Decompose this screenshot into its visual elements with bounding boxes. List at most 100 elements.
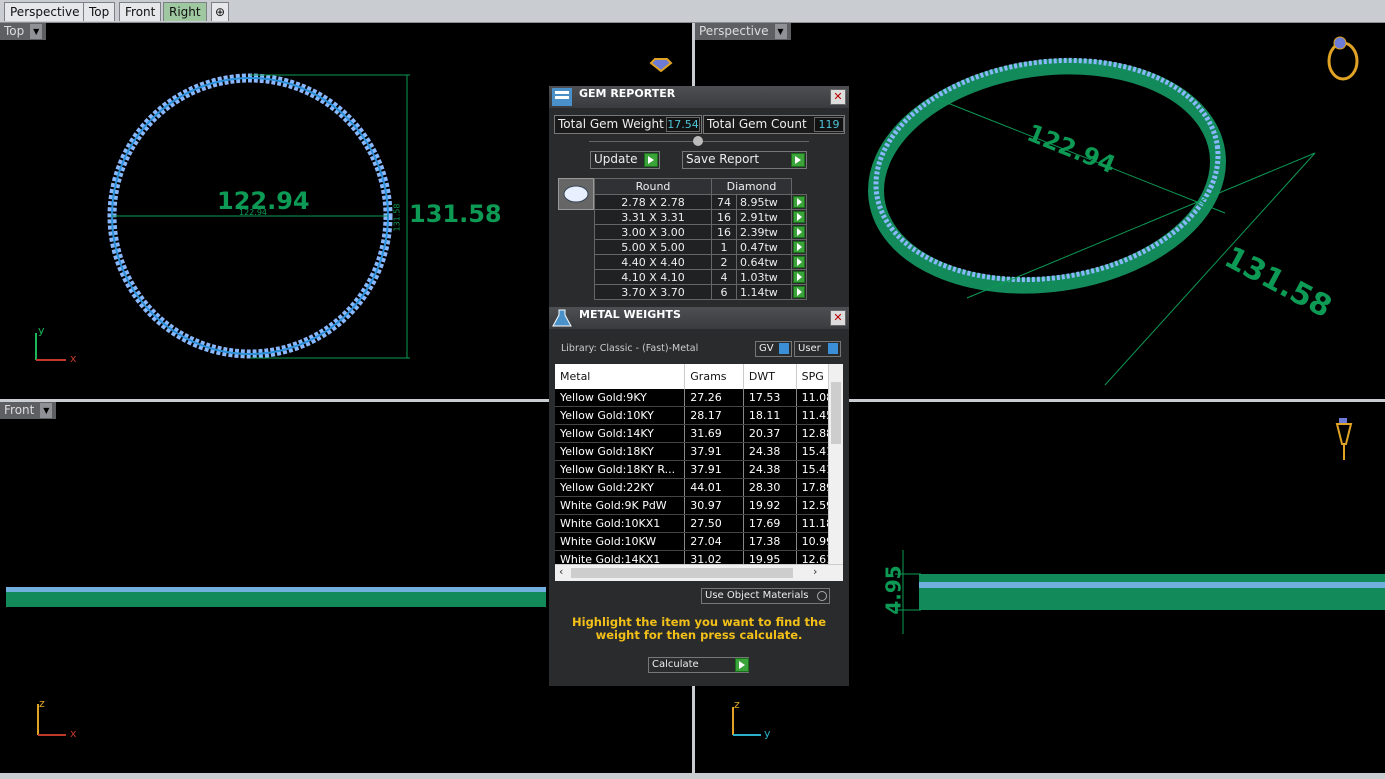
top-diameter-small-label: 122.94: [239, 208, 267, 217]
play-icon: [793, 211, 805, 223]
toggle-icon: [779, 343, 789, 354]
chevron-left-icon[interactable]: ‹: [559, 565, 563, 578]
save-report-button[interactable]: Save Report: [682, 151, 807, 169]
metal-cell-grams: 27.50: [684, 514, 744, 533]
metal-row[interactable]: Yellow Gold:22KY 44.01 28.30 17.89: [555, 478, 843, 497]
metal-row[interactable]: Yellow Gold:9KY 27.26 17.53 11.08: [555, 389, 843, 407]
metal-cell-metal: Yellow Gold:9KY: [555, 389, 686, 407]
gem-reporter-titlebar[interactable]: GEM REPORTER ✕: [549, 86, 849, 108]
gem-row[interactable]: 3.70 X 3.70 6 1.14tw: [594, 284, 807, 300]
round-diamond-icon: [558, 178, 594, 210]
save-report-label: Save Report: [686, 152, 760, 166]
tab-perspective[interactable]: Perspective: [4, 2, 86, 21]
toggle-icon: [828, 343, 838, 354]
axis-z-label: z: [734, 698, 740, 711]
play-icon: [793, 196, 805, 208]
gem-weight: 1.03tw: [736, 269, 792, 285]
metal-cell-dwt: 17.53: [743, 389, 797, 407]
metal-cell-dwt: 19.92: [743, 496, 797, 515]
gem-count: 2: [711, 254, 737, 270]
close-icon[interactable]: ✕: [830, 89, 846, 105]
select-gem-button[interactable]: [791, 269, 807, 285]
metal-row[interactable]: Yellow Gold:10KY 28.17 18.11 11.45: [555, 406, 843, 425]
radio-icon: [817, 591, 827, 601]
close-icon[interactable]: ✕: [830, 310, 846, 326]
update-label: Update: [594, 152, 638, 166]
calculate-button[interactable]: Calculate: [648, 657, 749, 673]
use-object-materials-toggle[interactable]: Use Object Materials: [701, 588, 830, 604]
tab-top[interactable]: Top: [83, 2, 116, 21]
scrollbar-thumb[interactable]: [571, 568, 793, 578]
gem-weight: 2.91tw: [736, 209, 792, 225]
gem-row[interactable]: 5.00 X 5.00 1 0.47tw: [594, 239, 807, 255]
gv-toggle[interactable]: GV: [755, 341, 792, 357]
gem-row[interactable]: 3.31 X 3.31 16 2.91tw: [594, 209, 807, 225]
metal-row[interactable]: Yellow Gold:14KY 31.69 20.37 12.88: [555, 424, 843, 443]
play-icon: [735, 658, 749, 672]
type-header: Diamond: [711, 178, 792, 195]
select-gem-button[interactable]: [791, 254, 807, 270]
gem-weight: 1.14tw: [736, 284, 792, 300]
gem-weight: 0.47tw: [736, 239, 792, 255]
gem-count: 16: [711, 209, 737, 225]
horizontal-scrollbar[interactable]: ‹ ›: [555, 564, 843, 581]
user-label: User: [798, 343, 821, 354]
metal-cell-grams: 44.01: [684, 478, 744, 497]
gem-count: 74: [711, 194, 737, 210]
vertical-scrollbar[interactable]: [828, 364, 843, 564]
update-button[interactable]: Update: [590, 151, 660, 169]
gem-row[interactable]: 4.40 X 4.40 2 0.64tw: [594, 254, 807, 270]
metal-row[interactable]: White Gold:10KW 27.04 17.38 10.99: [555, 532, 843, 551]
axis-x-label: x: [70, 352, 77, 365]
metal-cell-dwt: 28.30: [743, 478, 797, 497]
select-gem-button[interactable]: [791, 194, 807, 210]
gem-metal-panel: GEM REPORTER ✕ Total Gem Weight 17.54 To…: [549, 86, 849, 686]
metal-cell-grams: 37.91: [684, 442, 744, 461]
tab-right[interactable]: Right: [163, 2, 207, 21]
metal-row[interactable]: Yellow Gold:18KY R... 37.91 24.38 15.41: [555, 460, 843, 479]
gem-weight: 8.95tw: [736, 194, 792, 210]
metal-cell-metal: White Gold:10KW: [555, 532, 686, 551]
column-header-dwt[interactable]: DWT: [743, 364, 797, 389]
select-gem-button[interactable]: [791, 209, 807, 225]
select-gem-button[interactable]: [791, 284, 807, 300]
gem-row[interactable]: 4.10 X 4.10 4 1.03tw: [594, 269, 807, 285]
column-header-metal[interactable]: Metal: [555, 364, 686, 389]
gem-count: 6: [711, 284, 737, 300]
add-tab-button[interactable]: ⊕: [211, 2, 229, 21]
total-gem-count-label: Total Gem Count: [707, 117, 807, 131]
metal-cell-metal: Yellow Gold:18KY: [555, 442, 686, 461]
total-gem-count-box: Total Gem Count 119: [703, 115, 845, 134]
collapse-handle[interactable]: [693, 136, 703, 146]
axis-z-label: z: [39, 697, 45, 710]
gem-reporter-icon: [552, 88, 572, 106]
gem-count: 16: [711, 224, 737, 240]
gem-weight: 2.39tw: [736, 224, 792, 240]
scrollbar-thumb[interactable]: [831, 382, 841, 444]
instruction-message: Highlight the item you want to find the …: [572, 615, 826, 642]
use-object-materials-label: Use Object Materials: [705, 590, 809, 601]
play-icon: [793, 271, 805, 283]
play-icon: [793, 241, 805, 253]
column-header-grams[interactable]: Grams: [684, 364, 744, 389]
gem-row[interactable]: 2.78 X 2.78 74 8.95tw: [594, 194, 807, 210]
metal-cell-metal: Yellow Gold:10KY: [555, 406, 686, 425]
metal-row[interactable]: White Gold:10KX1 27.50 17.69 11.18: [555, 514, 843, 533]
chevron-right-icon[interactable]: ›: [813, 565, 817, 578]
metal-cell-dwt: 17.38: [743, 532, 797, 551]
gv-label: GV: [759, 343, 774, 354]
metal-row[interactable]: Yellow Gold:18KY 37.91 24.38 15.41: [555, 442, 843, 461]
user-toggle[interactable]: User: [794, 341, 841, 357]
select-gem-button[interactable]: [791, 239, 807, 255]
metal-weights-titlebar[interactable]: METAL WEIGHTS ✕: [549, 307, 849, 329]
gem-row[interactable]: 3.00 X 3.00 16 2.39tw: [594, 224, 807, 240]
metal-row[interactable]: White Gold:9K PdW 30.97 19.92 12.59: [555, 496, 843, 515]
metal-cell-metal: White Gold:9K PdW: [555, 496, 686, 515]
gem-size: 2.78 X 2.78: [594, 194, 712, 210]
select-gem-button[interactable]: [791, 224, 807, 240]
total-gem-weight-box: Total Gem Weight 17.54: [554, 115, 702, 134]
tab-front[interactable]: Front: [119, 2, 162, 21]
metal-weights-table: Metal Grams DWT SPG Yellow Gold:9KY 27.26…: [555, 364, 843, 581]
viewport-tab-bar: Perspective Top Front Right ⊕: [0, 0, 1385, 23]
metal-cell-metal: White Gold:10KX1: [555, 514, 686, 533]
